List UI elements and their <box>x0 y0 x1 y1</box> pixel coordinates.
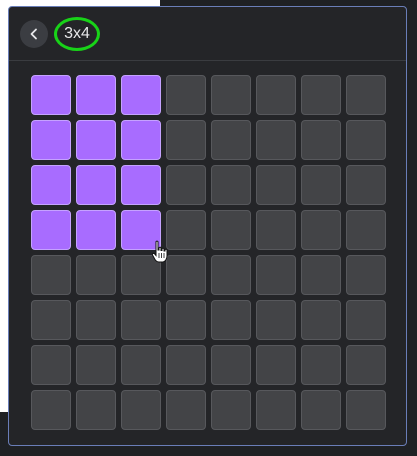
table-size-picker-popup: 3x4 <box>8 6 407 446</box>
grid-cell-r6-c6[interactable] <box>256 300 296 340</box>
grid-cell-r1-c3[interactable] <box>121 75 161 115</box>
grid-cell-r7-c6[interactable] <box>256 345 296 385</box>
back-button[interactable] <box>20 20 48 48</box>
background-page-dark <box>0 412 8 456</box>
grid-cell-r8-c3[interactable] <box>121 390 161 430</box>
grid-cell-r4-c8[interactable] <box>346 210 386 250</box>
grid-cell-r1-c8[interactable] <box>346 75 386 115</box>
grid-cell-r6-c4[interactable] <box>166 300 206 340</box>
grid-size-label: 3x4 <box>54 17 100 51</box>
grid-cell-r5-c2[interactable] <box>76 255 116 295</box>
grid-cell-r4-c7[interactable] <box>301 210 341 250</box>
grid-cell-r8-c8[interactable] <box>346 390 386 430</box>
grid-cell-r7-c7[interactable] <box>301 345 341 385</box>
grid-cell-r2-c2[interactable] <box>76 120 116 160</box>
grid-cell-r6-c8[interactable] <box>346 300 386 340</box>
grid-cell-r5-c4[interactable] <box>166 255 206 295</box>
grid-cell-r7-c3[interactable] <box>121 345 161 385</box>
grid-cell-r2-c3[interactable] <box>121 120 161 160</box>
table-size-grid[interactable] <box>31 75 386 430</box>
grid-cell-r6-c1[interactable] <box>31 300 71 340</box>
chevron-left-icon <box>30 28 37 40</box>
grid-cell-r8-c4[interactable] <box>166 390 206 430</box>
grid-cell-r2-c8[interactable] <box>346 120 386 160</box>
grid-cell-r8-c1[interactable] <box>31 390 71 430</box>
picker-header: 3x4 <box>9 7 406 61</box>
grid-cell-r4-c4[interactable] <box>166 210 206 250</box>
grid-cell-r1-c6[interactable] <box>256 75 296 115</box>
grid-cell-r8-c2[interactable] <box>76 390 116 430</box>
grid-cell-r3-c6[interactable] <box>256 165 296 205</box>
grid-cell-r4-c6[interactable] <box>256 210 296 250</box>
grid-cell-r5-c5[interactable] <box>211 255 251 295</box>
grid-cell-r1-c5[interactable] <box>211 75 251 115</box>
grid-cell-r8-c5[interactable] <box>211 390 251 430</box>
grid-cell-r1-c7[interactable] <box>301 75 341 115</box>
grid-cell-r7-c2[interactable] <box>76 345 116 385</box>
grid-cell-r6-c2[interactable] <box>76 300 116 340</box>
background-page-edge <box>0 0 8 412</box>
grid-cell-r7-c5[interactable] <box>211 345 251 385</box>
grid-cell-r3-c4[interactable] <box>166 165 206 205</box>
grid-cell-r2-c7[interactable] <box>301 120 341 160</box>
grid-cell-r3-c1[interactable] <box>31 165 71 205</box>
grid-cell-r8-c6[interactable] <box>256 390 296 430</box>
grid-cell-r3-c3[interactable] <box>121 165 161 205</box>
grid-cell-r7-c1[interactable] <box>31 345 71 385</box>
grid-cell-r6-c3[interactable] <box>121 300 161 340</box>
grid-cell-r4-c1[interactable] <box>31 210 71 250</box>
grid-cell-r7-c4[interactable] <box>166 345 206 385</box>
grid-cell-r3-c5[interactable] <box>211 165 251 205</box>
grid-cell-r8-c7[interactable] <box>301 390 341 430</box>
grid-cell-r3-c2[interactable] <box>76 165 116 205</box>
grid-cell-r5-c6[interactable] <box>256 255 296 295</box>
grid-cell-r5-c1[interactable] <box>31 255 71 295</box>
grid-cell-r7-c8[interactable] <box>346 345 386 385</box>
grid-cell-r5-c8[interactable] <box>346 255 386 295</box>
grid-cell-r3-c8[interactable] <box>346 165 386 205</box>
grid-cell-r4-c2[interactable] <box>76 210 116 250</box>
grid-cell-r6-c7[interactable] <box>301 300 341 340</box>
grid-cell-r2-c5[interactable] <box>211 120 251 160</box>
grid-cell-r4-c5[interactable] <box>211 210 251 250</box>
grid-cell-r1-c2[interactable] <box>76 75 116 115</box>
hand-pointer-cursor-icon <box>151 240 168 263</box>
grid-cell-r3-c7[interactable] <box>301 165 341 205</box>
grid-cell-r2-c1[interactable] <box>31 120 71 160</box>
grid-cell-r6-c5[interactable] <box>211 300 251 340</box>
grid-cell-r5-c7[interactable] <box>301 255 341 295</box>
grid-cell-r1-c4[interactable] <box>166 75 206 115</box>
grid-cell-r1-c1[interactable] <box>31 75 71 115</box>
grid-cell-r2-c6[interactable] <box>256 120 296 160</box>
grid-cell-r2-c4[interactable] <box>166 120 206 160</box>
